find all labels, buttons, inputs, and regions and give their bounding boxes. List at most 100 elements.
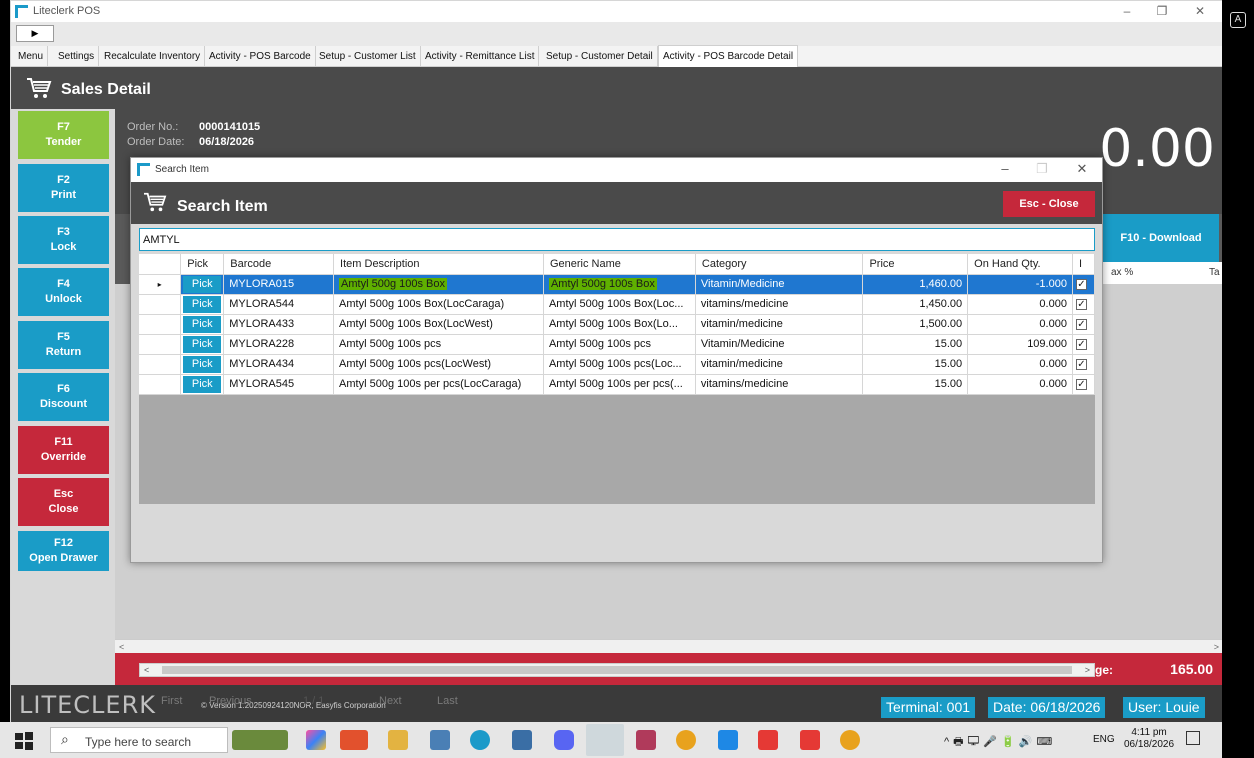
table-horizontal-scrollbar[interactable]: < > [139, 663, 1095, 677]
dialog-maximize-button[interactable]: ❐ [1032, 161, 1052, 177]
anydesk-icon[interactable] [800, 730, 820, 750]
taskbar-search-box[interactable]: ⌕ Type here to search [50, 727, 228, 753]
pager-first-button[interactable]: First [161, 695, 182, 707]
tab-activity-pos-barcode[interactable]: Activity - POS Barcode [205, 46, 316, 67]
lock-button[interactable]: F3 Lock [18, 216, 109, 264]
chrome-icon[interactable] [840, 730, 860, 750]
barcode-cell: MYLORA544 [223, 294, 335, 315]
discord-icon[interactable] [554, 730, 574, 750]
checkbox[interactable]: ✓ [1075, 319, 1087, 330]
scroll-left-icon[interactable]: < [144, 664, 149, 676]
col-header-barcode[interactable]: Barcode [223, 254, 335, 275]
copilot-icon[interactable] [306, 730, 326, 750]
maximize-button[interactable]: ❐ [1147, 2, 1177, 20]
function-key-panel: F7 Tender F2 Print F3 Lock F4 Unlock F5 Retur… [11, 109, 115, 685]
play-button[interactable]: ▶ [16, 25, 54, 42]
table-row[interactable]: Pick MYLORA433 Amtyl 500g 100s Box(LocWe… [139, 314, 1095, 335]
esc-close-button[interactable]: Esc Close [18, 478, 109, 526]
col-header-category[interactable]: Category [695, 254, 864, 275]
col-header-item-description[interactable]: Item Description [333, 254, 544, 275]
tab-settings[interactable]: Settings [54, 46, 100, 67]
anydesk-icon[interactable] [758, 730, 778, 750]
pick-button[interactable]: Pick [183, 315, 222, 333]
file-explorer-icon[interactable] [388, 730, 408, 750]
checkbox[interactable]: ✓ [1075, 339, 1087, 350]
pager-next-button[interactable]: Next [379, 695, 402, 707]
col-header-i[interactable]: I [1072, 254, 1095, 275]
access-icon[interactable] [636, 730, 656, 750]
col-header-generic-name[interactable]: Generic Name [543, 254, 696, 275]
row-selector [139, 354, 182, 375]
liteclerk-taskbar-icon[interactable] [586, 724, 624, 756]
tab-activity-pos-barcode-detail[interactable]: Activity - POS Barcode Detail [658, 45, 799, 67]
table-row[interactable]: Pick MYLORA545 Amtyl 500g 100s per pcs(L… [139, 374, 1095, 395]
row-selector [139, 334, 182, 355]
edge-icon[interactable] [470, 730, 490, 750]
windows-start-icon[interactable] [14, 731, 34, 751]
discount-button[interactable]: F6 Discount [18, 373, 109, 421]
checkbox[interactable]: ✓ [1075, 279, 1087, 290]
unlock-button[interactable]: F4 Unlock [18, 268, 109, 316]
tab-bar: Menu Settings Recalculate Inventory Acti… [11, 45, 1223, 67]
download-button[interactable]: F10 - Download [1103, 214, 1219, 262]
horizontal-scrollbar[interactable]: < > [115, 639, 1223, 653]
checkbox[interactable]: ✓ [1075, 299, 1087, 310]
terminal-badge: Terminal: 001 [881, 697, 976, 718]
scroll-right-icon[interactable]: > [1085, 664, 1090, 676]
close-button[interactable]: ✕ [1185, 2, 1215, 20]
tender-button[interactable]: F7 Tender [18, 111, 109, 159]
tab-setup-customer-list[interactable]: Setup - Customer List [315, 46, 421, 67]
fkey-code: F4 [57, 278, 70, 290]
system-tray-icons[interactable]: ^🖶🖵🎤🔋🔊⌨ [944, 733, 1056, 752]
pick-button[interactable]: Pick [183, 375, 222, 393]
pick-button[interactable]: Pick [183, 335, 222, 353]
table-row[interactable]: Pick MYLORA434 Amtyl 500g 100s pcs(LocWe… [139, 354, 1095, 375]
table-row[interactable]: ▸ Pick MYLORA015 Amtyl 500g 100s Box Amt… [139, 274, 1095, 295]
qty-cell: 0.000 [967, 374, 1073, 395]
open-drawer-button[interactable]: F12 Open Drawer [18, 531, 109, 571]
scroll-right-icon[interactable]: > [1214, 640, 1219, 654]
print-button[interactable]: F2 Print [18, 164, 109, 212]
checkbox[interactable]: ✓ [1075, 379, 1087, 390]
search-input[interactable] [139, 228, 1095, 251]
return-button[interactable]: F5 Return [18, 321, 109, 369]
pick-button[interactable]: Pick [183, 295, 222, 313]
pick-button[interactable]: Pick [183, 355, 222, 373]
table-row[interactable]: Pick MYLORA544 Amtyl 500g 100s Box(LocCa… [139, 294, 1095, 315]
tab-recalculate-inventory[interactable]: Recalculate Inventory [100, 46, 206, 67]
table-row[interactable]: Pick MYLORA228 Amtyl 500g 100s pcs Amtyl… [139, 334, 1095, 355]
accessibility-icon[interactable]: A [1230, 12, 1246, 28]
scroll-left-icon[interactable]: < [119, 640, 124, 654]
fkey-label: Print [50, 189, 77, 201]
pick-button[interactable]: Pick [183, 275, 222, 293]
clock[interactable]: 4:11 pm 06/18/2026 [1124, 727, 1174, 751]
minimize-button[interactable]: – [1112, 2, 1142, 20]
scrollbar-thumb[interactable] [162, 666, 1072, 674]
app-icon[interactable] [718, 730, 738, 750]
esc-close-dialog-button[interactable]: Esc - Close [1003, 191, 1095, 217]
app-icon[interactable] [340, 730, 368, 750]
tab-setup-customer-detail[interactable]: Setup - Customer Detail [542, 46, 658, 67]
qty-cell: 0.000 [967, 354, 1073, 375]
app-icon[interactable] [512, 730, 532, 750]
pager-previous-button[interactable]: Previous [209, 695, 252, 707]
notepad-icon[interactable] [430, 730, 450, 750]
col-header-price[interactable]: Price [862, 254, 969, 275]
col-header-pick[interactable]: Pick [180, 254, 225, 275]
fkey-label: Lock [50, 241, 77, 253]
checkbox[interactable]: ✓ [1075, 359, 1087, 370]
dialog-close-button[interactable]: ✕ [1072, 161, 1092, 177]
notification-icon[interactable] [1186, 731, 1200, 745]
pager-last-button[interactable]: Last [437, 695, 458, 707]
language-indicator[interactable]: ENG [1093, 734, 1115, 745]
description-cell: Amtyl 500g 100s Box(LocCaraga) [333, 294, 544, 315]
generic-cell: Amtyl 500g 100s Box [543, 274, 696, 295]
col-header-on-hand-qty[interactable]: On Hand Qty. [967, 254, 1073, 275]
tab-activity-remittance-list[interactable]: Activity - Remittance List [421, 46, 540, 67]
tab-menu[interactable]: Menu [14, 46, 49, 67]
category-cell: vitamin/medicine [695, 314, 864, 335]
chrome-icon[interactable] [676, 730, 696, 750]
override-button[interactable]: F11 Override [18, 426, 109, 474]
taskbar-thumbnail-icon[interactable] [232, 730, 288, 750]
dialog-minimize-button[interactable]: – [995, 161, 1015, 176]
